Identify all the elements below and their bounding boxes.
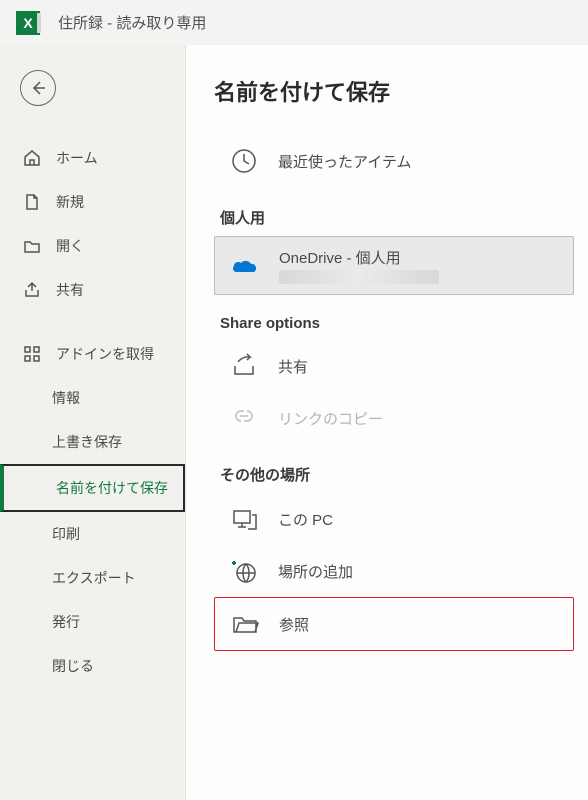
- location-label: 場所の追加: [278, 561, 560, 582]
- document-mode: 読み取り専用: [116, 15, 206, 32]
- nav-print[interactable]: 印刷: [0, 512, 185, 556]
- nav-label: 印刷: [52, 524, 80, 544]
- share-arrow-icon: [228, 350, 260, 382]
- link-icon: [228, 402, 260, 434]
- location-this-pc[interactable]: この PC: [214, 493, 574, 545]
- nav-label: 開く: [56, 236, 84, 256]
- window-title: 住所録 - 読み取り専用: [58, 12, 206, 33]
- location-label: 共有: [278, 356, 560, 377]
- onedrive-icon: [229, 250, 261, 282]
- location-add-place[interactable]: 場所の追加: [214, 545, 574, 597]
- excel-app-icon: [16, 11, 40, 35]
- section-personal: 個人用: [220, 207, 574, 228]
- file-icon: [22, 192, 42, 212]
- nav-close[interactable]: 閉じる: [0, 644, 185, 688]
- folder-open-icon: [22, 236, 42, 256]
- location-label: 最近使ったアイテム: [278, 151, 560, 172]
- nav-publish[interactable]: 発行: [0, 600, 185, 644]
- nav-save-as[interactable]: 名前を付けて保存: [0, 464, 185, 512]
- section-share-options: Share options: [220, 315, 574, 332]
- arrow-left-icon: [29, 79, 47, 97]
- location-label: 参照: [279, 614, 559, 635]
- location-browse[interactable]: 参照: [214, 597, 574, 651]
- nav-new[interactable]: 新規: [0, 180, 185, 224]
- nav-home[interactable]: ホーム: [0, 136, 185, 180]
- nav-label: 共有: [56, 280, 84, 300]
- share-option-share[interactable]: 共有: [214, 340, 574, 392]
- titlebar: 住所録 - 読み取り専用: [0, 0, 588, 45]
- page-title: 名前を付けて保存: [214, 75, 574, 107]
- share-icon: [22, 280, 42, 300]
- folder-icon: [229, 608, 261, 640]
- add-globe-icon: [228, 555, 260, 587]
- home-icon: [22, 148, 42, 168]
- location-recent[interactable]: 最近使ったアイテム: [214, 135, 574, 187]
- nav-get-addins[interactable]: アドインを取得: [0, 332, 185, 376]
- share-option-copy-link: リンクのコピー: [214, 392, 574, 444]
- backstage-sidebar: ホーム 新規 開く 共有 アドインを取得: [0, 45, 185, 800]
- onedrive-account-redacted: [279, 270, 439, 284]
- location-label: リンクのコピー: [278, 408, 560, 429]
- nav-label: エクスポート: [52, 568, 136, 588]
- section-other-locations: その他の場所: [220, 464, 574, 485]
- nav-info[interactable]: 情報: [0, 376, 185, 420]
- location-onedrive-personal[interactable]: OneDrive - 個人用: [214, 236, 574, 295]
- nav-label: 発行: [52, 612, 80, 632]
- clock-icon: [228, 145, 260, 177]
- title-separator: -: [103, 15, 116, 32]
- nav-label: 上書き保存: [52, 432, 122, 452]
- back-button[interactable]: [20, 70, 56, 106]
- nav-label: アドインを取得: [56, 344, 154, 364]
- addins-grid-icon: [22, 344, 42, 364]
- location-label: この PC: [278, 509, 560, 530]
- nav-label: 名前を付けて保存: [56, 478, 168, 498]
- nav-label: 閉じる: [52, 656, 94, 676]
- pc-icon: [228, 503, 260, 535]
- nav-save[interactable]: 上書き保存: [0, 420, 185, 464]
- location-label: OneDrive - 個人用: [279, 247, 559, 268]
- nav-label: ホーム: [56, 148, 98, 168]
- nav-export[interactable]: エクスポート: [0, 556, 185, 600]
- nav-label: 情報: [52, 388, 80, 408]
- nav-share[interactable]: 共有: [0, 268, 185, 312]
- document-name: 住所録: [58, 15, 103, 32]
- nav-label: 新規: [56, 192, 84, 212]
- nav-open[interactable]: 開く: [0, 224, 185, 268]
- main-panel: 名前を付けて保存 最近使ったアイテム 個人用 OneDrive - 個人用 Sh…: [185, 45, 588, 800]
